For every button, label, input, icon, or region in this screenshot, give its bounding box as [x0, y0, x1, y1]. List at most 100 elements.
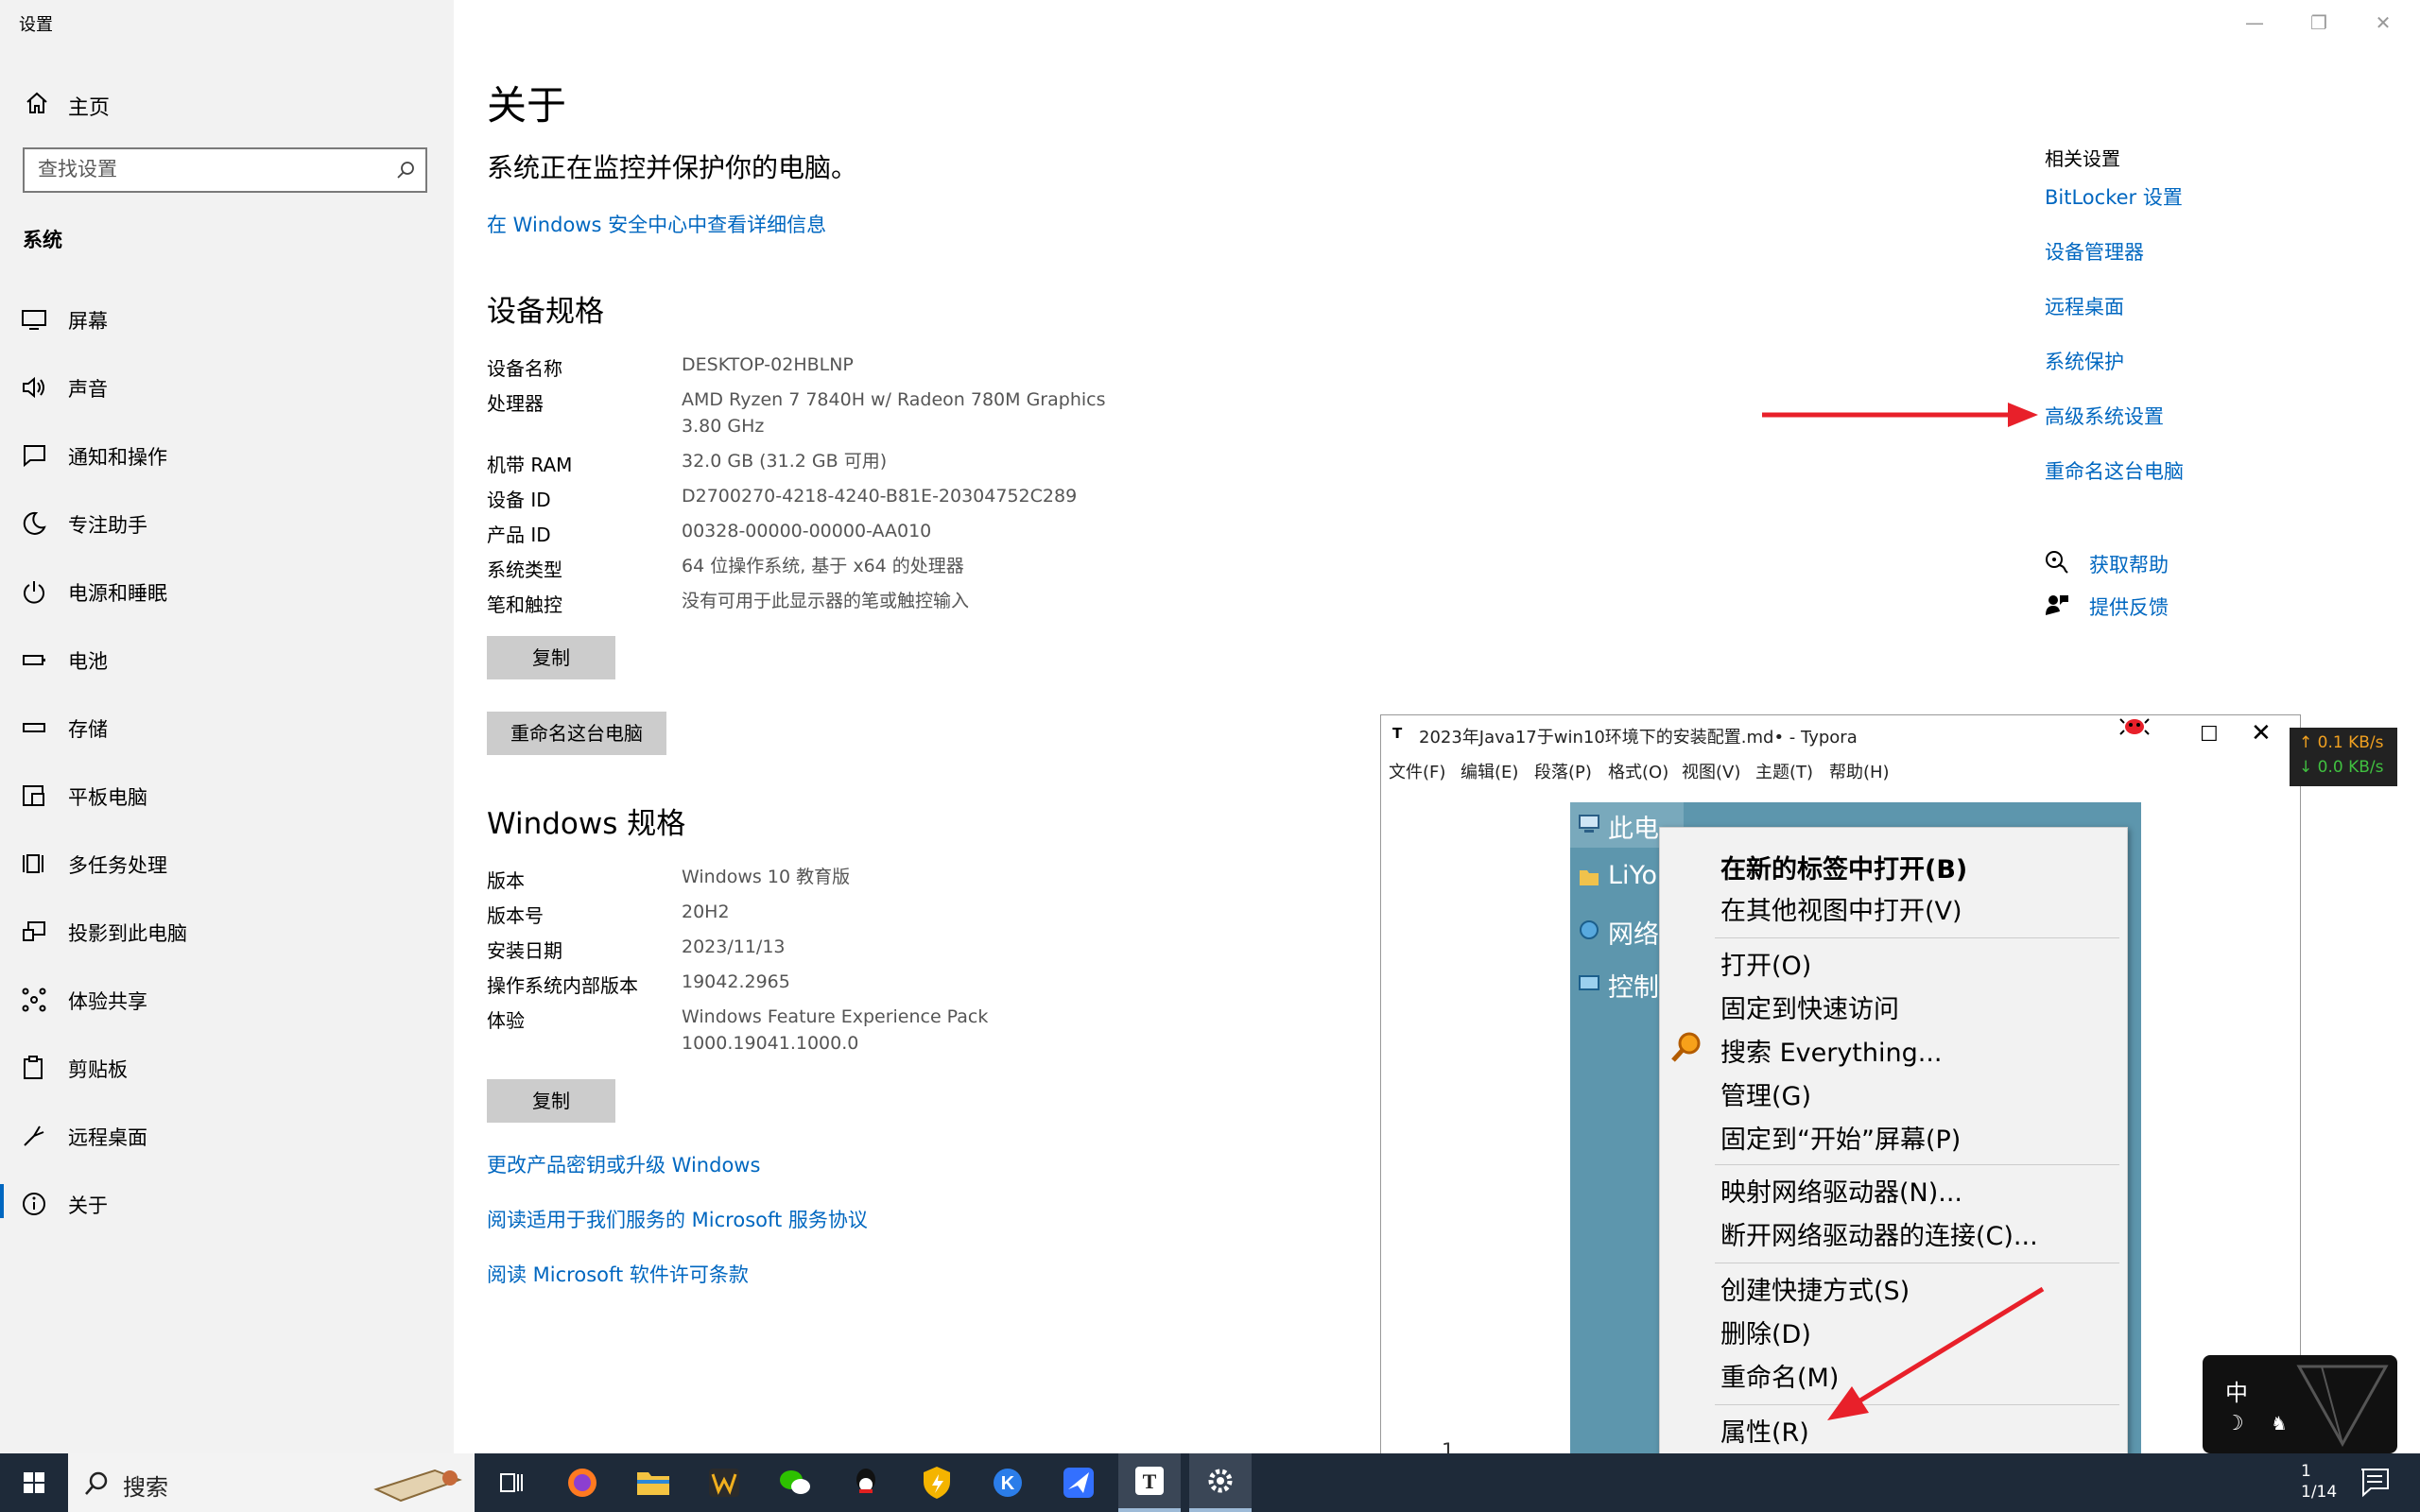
rename-pc-link[interactable]: 重命名这台电脑	[2045, 456, 2184, 485]
advanced-system-settings-link[interactable]: 高级系统设置	[2045, 402, 2164, 430]
typora-logo-icon: T	[1392, 725, 1403, 742]
svg-text:T: T	[1143, 1469, 1157, 1493]
spec-value: D2700270-4218-4240-B81E-20304752C289	[682, 486, 1078, 507]
sidebar-item-tablet[interactable]: 平板电脑	[0, 767, 454, 824]
license-terms-link[interactable]: 阅读 Microsoft 软件许可条款	[487, 1260, 749, 1288]
search-input[interactable]	[38, 158, 378, 180]
services-agreement-link[interactable]: 阅读适用于我们服务的 Microsoft 服务协议	[487, 1205, 868, 1233]
close-button[interactable]: ✕	[2361, 11, 2405, 38]
menu-view[interactable]: 视图(V)	[1682, 759, 1740, 783]
task-view-icon[interactable]	[480, 1453, 543, 1512]
get-help-link[interactable]: 获取帮助	[2089, 550, 2169, 578]
home-icon	[25, 91, 49, 115]
sidebar-item-label: 声音	[68, 378, 108, 401]
restore-button[interactable]: ❐	[2297, 11, 2341, 38]
sidebar-item-notifications[interactable]: 通知和操作	[0, 427, 454, 484]
multitask-icon	[21, 850, 47, 877]
menu-file[interactable]: 文件(F)	[1389, 759, 1445, 783]
settings-search-box[interactable]	[23, 147, 427, 193]
sidebar-item-focus-assist[interactable]: 专注助手	[0, 495, 454, 552]
sidebar-item-label: 剪贴板	[68, 1058, 128, 1081]
sidebar-item-display[interactable]: 屏幕	[0, 291, 454, 348]
file-explorer-icon[interactable]	[622, 1453, 684, 1512]
clock-line: 1/14	[2301, 1483, 2338, 1502]
menu-help[interactable]: 帮助(H)	[1829, 759, 1890, 783]
typora-maximize-button[interactable]: ☐	[2200, 723, 2219, 747]
sidebar-item-sound[interactable]: 声音	[0, 359, 454, 416]
ime-toolbar[interactable]: 中 ☽ ♞	[2203, 1355, 2397, 1453]
copy-device-specs-button[interactable]: 复制	[487, 636, 615, 679]
half-width-moon-icon[interactable]: ☽	[2225, 1412, 2244, 1435]
spec-key: 处理器	[487, 392, 544, 415]
give-feedback-link[interactable]: 提供反馈	[2089, 593, 2169, 621]
skin-icon[interactable]: ♞	[2271, 1412, 2288, 1435]
info-icon	[21, 1191, 47, 1217]
sidebar-item-shared-experiences[interactable]: 体验共享	[0, 971, 454, 1028]
sidebar-item-clipboard[interactable]: 剪贴板	[0, 1040, 454, 1096]
device-manager-link[interactable]: 设备管理器	[2045, 237, 2144, 266]
remote-desktop-link[interactable]: 远程桌面	[2045, 292, 2124, 320]
sidebar-item-multitasking[interactable]: 多任务处理	[0, 835, 454, 892]
notification-center-icon[interactable]	[2358, 1465, 2392, 1499]
sidebar-item-label: 关于	[68, 1194, 108, 1217]
spec-value: 00328-00000-00000-AA010	[682, 521, 932, 541]
battery-icon	[21, 646, 47, 673]
settings-gear-icon[interactable]	[1189, 1453, 1252, 1512]
security-center-link[interactable]: 在 Windows 安全中心中查看详细信息	[487, 210, 826, 238]
k-app-icon[interactable]: K	[977, 1453, 1039, 1512]
sidebar-item-storage[interactable]: 存储	[0, 699, 454, 756]
sidebar-item-project[interactable]: 投影到此电脑	[0, 903, 454, 960]
sidebar-item-power[interactable]: 电源和睡眠	[0, 563, 454, 620]
spec-value: DESKTOP-02HBLNP	[682, 354, 854, 375]
copy-windows-specs-button[interactable]: 复制	[487, 1079, 615, 1123]
sidebar-item-label: 存储	[68, 718, 108, 741]
sidebar-item-label: 投影到此电脑	[68, 922, 187, 945]
taskbar-search-box[interactable]: 搜索	[68, 1453, 475, 1512]
menu-format[interactable]: 格式(O)	[1608, 759, 1668, 783]
spec-value: 20H2	[682, 902, 730, 922]
search-highlight-image	[369, 1461, 471, 1504]
sidebar-item-label: 平板电脑	[68, 786, 147, 809]
menu-theme[interactable]: 主题(T)	[1755, 759, 1813, 783]
device-specs-heading: 设备规格	[487, 295, 604, 329]
typora-icon[interactable]: T	[1118, 1453, 1181, 1512]
menu-edit[interactable]: 编辑(E)	[1461, 759, 1518, 783]
sidebar-item-label: 体验共享	[68, 990, 147, 1013]
typora-window[interactable]: T 2023年Java17于win10环境下的安装配置.md• - Typora…	[1380, 714, 2301, 1512]
spec-key: 产品 ID	[487, 524, 551, 546]
change-product-key-link[interactable]: 更改产品密钥或升级 Windows	[487, 1150, 760, 1178]
typora-close-button[interactable]: ✕	[2251, 719, 2272, 747]
related-settings-title: 相关设置	[2045, 147, 2120, 170]
firefox-icon[interactable]	[551, 1453, 614, 1512]
monitor-icon	[21, 306, 47, 333]
clipboard-icon	[21, 1055, 47, 1081]
system-protection-link[interactable]: 系统保护	[2045, 347, 2124, 375]
rename-pc-button[interactable]: 重命名这台电脑	[487, 712, 666, 755]
bitlocker-link[interactable]: BitLocker 设置	[2045, 182, 2183, 211]
sidebar-item-label: 专注助手	[68, 514, 147, 537]
wps-icon[interactable]	[693, 1453, 755, 1512]
spec-value-cont: 3.80 GHz	[682, 416, 765, 437]
start-button[interactable]	[0, 1453, 68, 1512]
security-shield-icon[interactable]	[906, 1453, 968, 1512]
ime-logo-icon	[2293, 1361, 2392, 1448]
speaker-icon	[21, 374, 47, 401]
taskbar-clock[interactable]: 1 1/14	[2301, 1461, 2337, 1503]
spec-key: 体验	[487, 1009, 525, 1032]
qq-icon[interactable]	[835, 1453, 897, 1512]
ime-mode[interactable]: 中	[2225, 1374, 2248, 1407]
spec-key: 系统类型	[487, 558, 562, 581]
spec-key: 安装日期	[487, 939, 562, 962]
sidebar-item-remote-desktop[interactable]: 远程桌面	[0, 1108, 454, 1164]
feishu-icon[interactable]	[1047, 1453, 1110, 1512]
sidebar-item-label: 多任务处理	[68, 854, 167, 877]
remote-icon	[21, 1123, 47, 1149]
sidebar-item-battery[interactable]: 电池	[0, 631, 454, 688]
sidebar-item-about[interactable]: 关于	[0, 1176, 454, 1232]
menu-paragraph[interactable]: 段落(P)	[1534, 759, 1592, 783]
search-icon[interactable]	[395, 160, 416, 180]
minimize-button[interactable]: —	[2233, 11, 2276, 38]
active-indicator	[0, 1184, 4, 1218]
wechat-icon[interactable]	[764, 1453, 826, 1512]
sidebar-item-label: 远程桌面	[68, 1126, 147, 1149]
